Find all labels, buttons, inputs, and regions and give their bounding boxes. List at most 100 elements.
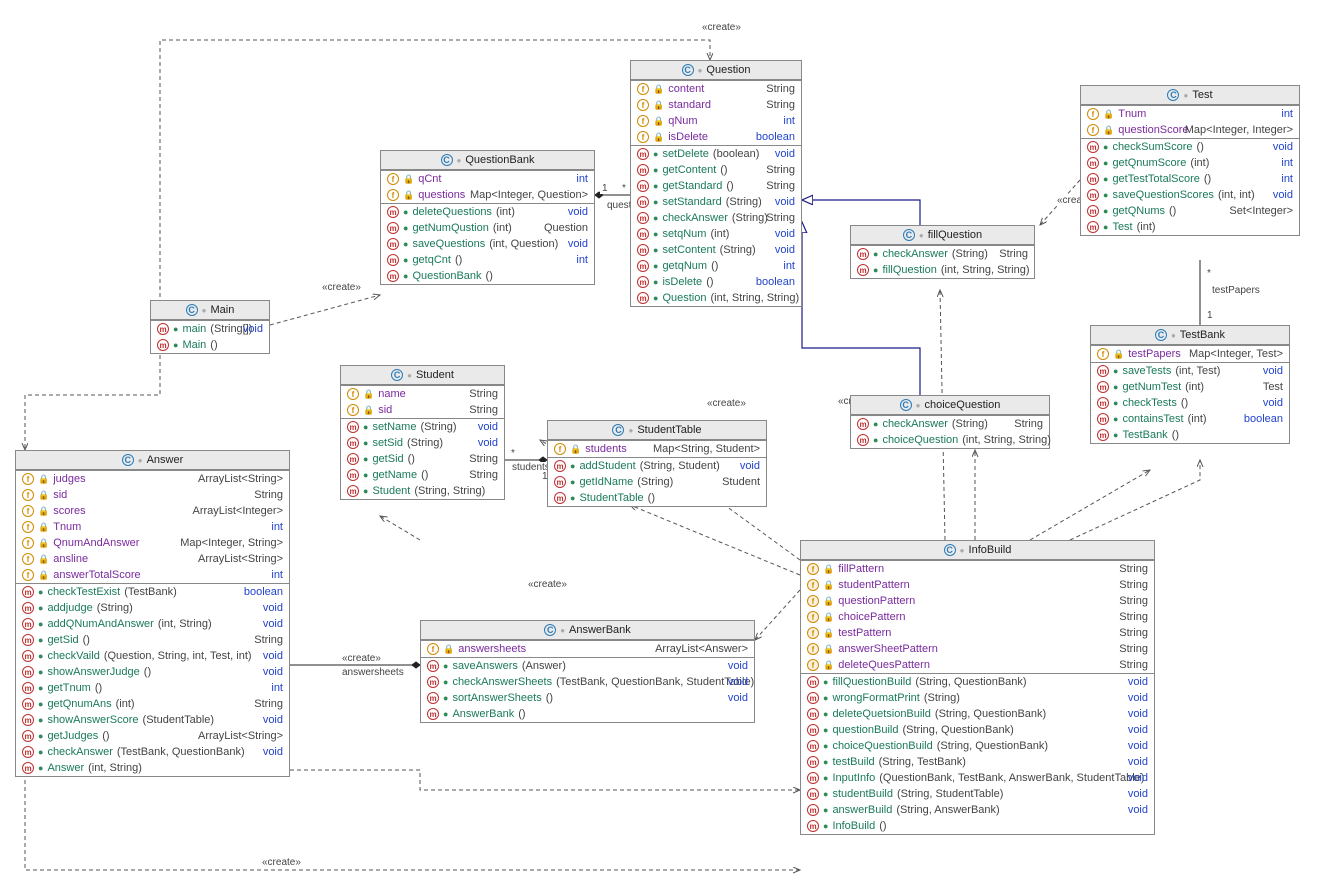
public-icon: ● (823, 789, 828, 799)
public-icon: ● (823, 773, 828, 783)
class-infobuild: C ● InfoBuild f🔒fillPattern String f🔒stu… (800, 540, 1155, 835)
public-icon: ● (363, 422, 368, 432)
method-params: () (518, 708, 525, 720)
method-name: saveQuestionScores (1112, 189, 1214, 201)
method-params: () (102, 730, 109, 742)
type-label: void (568, 206, 588, 218)
type-label: int (576, 254, 588, 266)
method-params: (int, String, String) (941, 264, 1030, 276)
field-name: QnumAndAnswer (53, 537, 139, 549)
lock-icon: 🔒 (653, 100, 664, 111)
method-name: testBuild (832, 756, 874, 768)
class-header: C ● Main (151, 301, 269, 320)
method-params: () (95, 682, 102, 694)
type-label: String (469, 469, 498, 481)
method-icon: m (22, 666, 34, 678)
method-row: m●getContent() String (631, 162, 801, 178)
type-label: boolean (244, 586, 283, 598)
type-label: String (766, 180, 795, 192)
field-icon: f (637, 115, 649, 127)
method-row: m●questionBuild(String, QuestionBank) vo… (801, 722, 1154, 738)
class-testbank: C ● TestBank f🔒testPapers Map<Integer, T… (1090, 325, 1290, 444)
field-icon: f (807, 659, 819, 671)
class-title: AnswerBank (569, 624, 631, 636)
method-row: m●getTestTotalScore() int (1081, 171, 1299, 187)
field-row: f🔒qCnt int (381, 171, 594, 187)
public-icon: ● (38, 763, 43, 773)
method-name: getTnum (47, 682, 90, 694)
field-row: f🔒deleteQuesPattern String (801, 657, 1154, 673)
field-row: f🔒answersheets ArrayList<Answer> (421, 641, 754, 657)
method-name: AnswerBank (452, 708, 514, 720)
method-icon: m (807, 676, 819, 688)
public-icon: ● (1103, 222, 1108, 232)
public-icon: ● (443, 693, 448, 703)
public-icon: ● (38, 715, 43, 725)
lock-icon: 🔒 (823, 564, 834, 575)
class-icon: C (612, 424, 624, 436)
method-name: getSid (47, 634, 78, 646)
public-icon: ● (1113, 430, 1118, 440)
public-icon: ● (823, 805, 828, 815)
method-icon: m (387, 206, 399, 218)
method-params: (String) (952, 248, 988, 260)
public-icon: ● (873, 435, 878, 445)
method-name: getName (372, 469, 417, 481)
lock-icon: 🔒 (403, 190, 414, 201)
label-create: «create» (526, 579, 569, 590)
field-row: f🔒sid String (341, 402, 504, 418)
method-row: m●AnswerBank() (421, 706, 754, 722)
field-icon: f (427, 643, 439, 655)
label-create: «create» (700, 22, 743, 33)
field-icon: f (22, 505, 34, 517)
method-row: m●answerBuild(String, AnswerBank) void (801, 802, 1154, 818)
method-name: checkTestExist (47, 586, 120, 598)
method-icon: m (637, 148, 649, 160)
method-params: (String, StudentTable) (897, 788, 1003, 800)
methods-section: m●saveAnswers(Answer) void m●checkAnswer… (421, 657, 754, 722)
method-row: m●checkTestExist(TestBank) boolean (16, 584, 289, 600)
type-label: void (478, 421, 498, 433)
type-label: boolean (756, 131, 795, 143)
lock-icon: ● (1183, 91, 1188, 100)
type-label: String (254, 489, 283, 501)
type-label: String (469, 388, 498, 400)
method-icon: m (1097, 365, 1109, 377)
lock-icon: 🔒 (363, 389, 374, 400)
field-name: standard (668, 99, 711, 111)
type-label: String (254, 634, 283, 646)
method-name: getNumTest (1122, 381, 1181, 393)
method-icon: m (22, 618, 34, 630)
method-row: m●getTnum() int (16, 680, 289, 696)
method-icon: m (807, 756, 819, 768)
method-name: questionBuild (832, 724, 898, 736)
type-label: String (766, 99, 795, 111)
field-name: scores (53, 505, 85, 517)
method-icon: m (1087, 221, 1099, 233)
method-params: (int, String, String) (710, 292, 799, 304)
public-icon: ● (873, 249, 878, 259)
method-icon: m (807, 804, 819, 816)
type-label: String (1119, 563, 1148, 575)
methods-section: m●checkTestExist(TestBank) boolean m●add… (16, 583, 289, 776)
method-icon: m (857, 248, 869, 260)
method-icon: m (347, 421, 359, 433)
class-answerbank: C ● AnswerBank f🔒answersheets ArrayList<… (420, 620, 755, 723)
method-name: choiceQuestionBuild (832, 740, 932, 752)
method-name: setContent (662, 244, 715, 256)
method-icon: m (22, 682, 34, 694)
field-row: f🔒Tnum int (16, 519, 289, 535)
type-label: int (1281, 157, 1293, 169)
public-icon: ● (823, 693, 828, 703)
method-params: (String, TestBank) (879, 756, 966, 768)
fields-section: f🔒answersheets ArrayList<Answer> (421, 640, 754, 657)
class-choicequestion: C ● choiceQuestion m●checkAnswer(String)… (850, 395, 1050, 449)
method-row: m●saveAnswers(Answer) void (421, 658, 754, 674)
method-row: m●getQnumAns(int) String (16, 696, 289, 712)
public-icon: ● (823, 757, 828, 767)
public-icon: ● (443, 677, 448, 687)
method-row: m●Question(int, String, String) (631, 290, 801, 306)
method-row: m●Test(int) (1081, 219, 1299, 235)
method-row: m●setStandard(String) void (631, 194, 801, 210)
type-label: void (728, 676, 748, 688)
